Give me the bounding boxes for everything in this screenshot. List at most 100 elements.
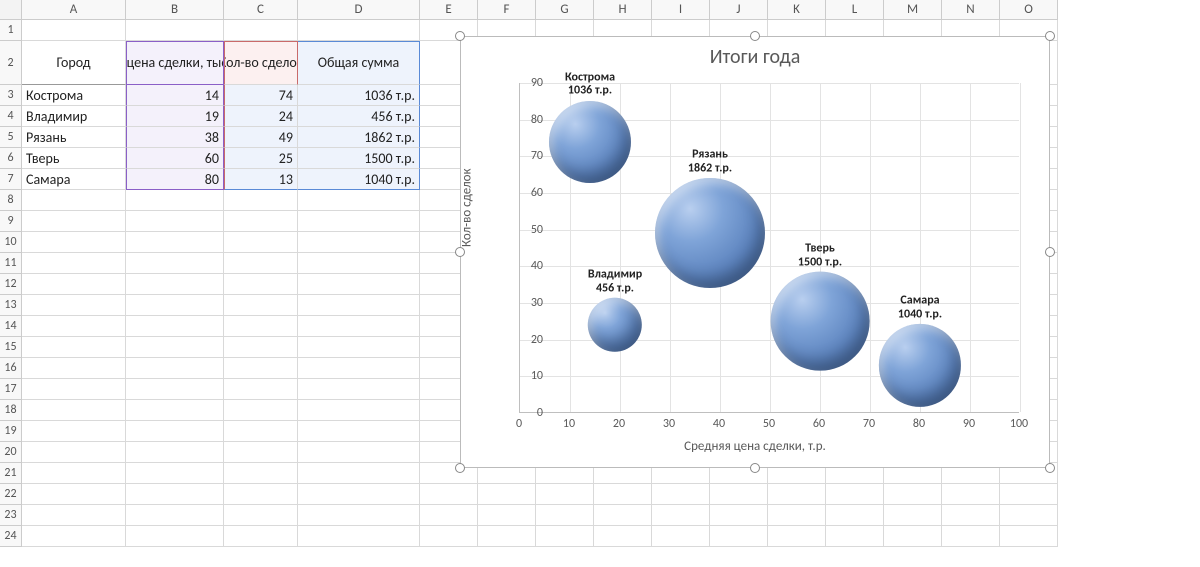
header-city[interactable]: Город (22, 41, 126, 85)
cell[interactable] (22, 232, 126, 253)
row-header[interactable]: 3 (0, 85, 22, 106)
cell[interactable] (224, 190, 298, 211)
cell[interactable] (298, 190, 420, 211)
cell[interactable] (224, 400, 298, 421)
cell-count[interactable]: 25 (224, 148, 298, 169)
col-header-G[interactable]: G (536, 0, 594, 20)
cell[interactable] (478, 484, 536, 505)
resize-handle-icon[interactable] (750, 463, 760, 473)
row-header[interactable]: 15 (0, 337, 22, 358)
cell[interactable] (420, 526, 478, 547)
cell[interactable] (536, 484, 594, 505)
cell[interactable] (224, 505, 298, 526)
cell[interactable] (1000, 526, 1058, 547)
cell-total[interactable]: 1500 т.р. (298, 148, 420, 169)
cell[interactable] (768, 505, 826, 526)
cell[interactable] (536, 505, 594, 526)
cell[interactable] (126, 484, 224, 505)
resize-handle-icon[interactable] (455, 31, 465, 41)
row-header[interactable]: 17 (0, 379, 22, 400)
col-header-I[interactable]: I (652, 0, 710, 20)
cell[interactable] (22, 337, 126, 358)
resize-handle-icon[interactable] (1045, 31, 1055, 41)
col-header-H[interactable]: H (594, 0, 652, 20)
row-header[interactable]: 24 (0, 526, 22, 547)
col-header-O[interactable]: O (1000, 0, 1058, 20)
cell[interactable] (224, 232, 298, 253)
cell[interactable] (536, 526, 594, 547)
col-header-B[interactable]: B (126, 0, 224, 20)
cell[interactable] (224, 379, 298, 400)
cell[interactable] (126, 211, 224, 232)
cell[interactable] (126, 232, 224, 253)
cell[interactable] (22, 484, 126, 505)
cell[interactable] (22, 526, 126, 547)
col-header-C[interactable]: C (224, 0, 298, 20)
cell[interactable] (298, 421, 420, 442)
cell[interactable] (594, 526, 652, 547)
resize-handle-icon[interactable] (1045, 247, 1055, 257)
row-header[interactable]: 10 (0, 232, 22, 253)
cell[interactable] (22, 442, 126, 463)
row-header[interactable]: 7 (0, 169, 22, 190)
cell[interactable] (298, 211, 420, 232)
cell[interactable] (298, 463, 420, 484)
header-price[interactable]: Ср.цена сделки, тыс.р. (126, 41, 224, 85)
cell[interactable] (224, 526, 298, 547)
cell[interactable] (224, 421, 298, 442)
cell-total[interactable]: 1862 т.р. (298, 127, 420, 148)
cell[interactable] (22, 358, 126, 379)
chart-bubble[interactable] (588, 298, 642, 352)
cell[interactable] (478, 526, 536, 547)
cell-city[interactable]: Тверь (22, 148, 126, 169)
cell-price[interactable]: 19 (126, 106, 224, 127)
cell[interactable] (710, 526, 768, 547)
cell-count[interactable]: 49 (224, 127, 298, 148)
cell-total[interactable]: 1040 т.р. (298, 169, 420, 190)
cell[interactable] (710, 484, 768, 505)
col-header-M[interactable]: M (884, 0, 942, 20)
cell-total[interactable]: 1036 т.р. (298, 85, 420, 106)
row-header[interactable]: 5 (0, 127, 22, 148)
cell[interactable] (298, 274, 420, 295)
cell[interactable] (126, 316, 224, 337)
col-header-J[interactable]: J (710, 0, 768, 20)
cell-city[interactable]: Самара (22, 169, 126, 190)
row-header[interactable]: 22 (0, 484, 22, 505)
cell[interactable] (126, 421, 224, 442)
cell[interactable] (420, 505, 478, 526)
row-header[interactable]: 4 (0, 106, 22, 127)
cell[interactable] (298, 232, 420, 253)
cell[interactable] (652, 505, 710, 526)
cell-count[interactable]: 74 (224, 85, 298, 106)
cell[interactable] (126, 442, 224, 463)
cell[interactable] (126, 400, 224, 421)
col-header-L[interactable]: L (826, 0, 884, 20)
cell[interactable] (22, 316, 126, 337)
cell[interactable] (126, 190, 224, 211)
cell[interactable] (942, 484, 1000, 505)
cell[interactable] (298, 316, 420, 337)
cell[interactable] (22, 253, 126, 274)
cell[interactable] (884, 505, 942, 526)
cell[interactable] (22, 505, 126, 526)
cell[interactable] (298, 442, 420, 463)
cell[interactable] (298, 379, 420, 400)
resize-handle-icon[interactable] (750, 31, 760, 41)
cell[interactable] (126, 505, 224, 526)
chart-bubble[interactable] (879, 324, 961, 406)
cell[interactable] (298, 337, 420, 358)
cell[interactable] (126, 463, 224, 484)
cell-total[interactable]: 456 т.р. (298, 106, 420, 127)
row-header[interactable]: 21 (0, 463, 22, 484)
cell[interactable] (224, 442, 298, 463)
row-header[interactable]: 2 (0, 41, 22, 85)
row-header[interactable]: 11 (0, 253, 22, 274)
cell[interactable] (652, 526, 710, 547)
header-total[interactable]: Общая сумма (298, 41, 420, 85)
resize-handle-icon[interactable] (455, 463, 465, 473)
cell[interactable] (22, 190, 126, 211)
cell[interactable] (884, 526, 942, 547)
cell[interactable] (298, 295, 420, 316)
cell[interactable] (22, 211, 126, 232)
